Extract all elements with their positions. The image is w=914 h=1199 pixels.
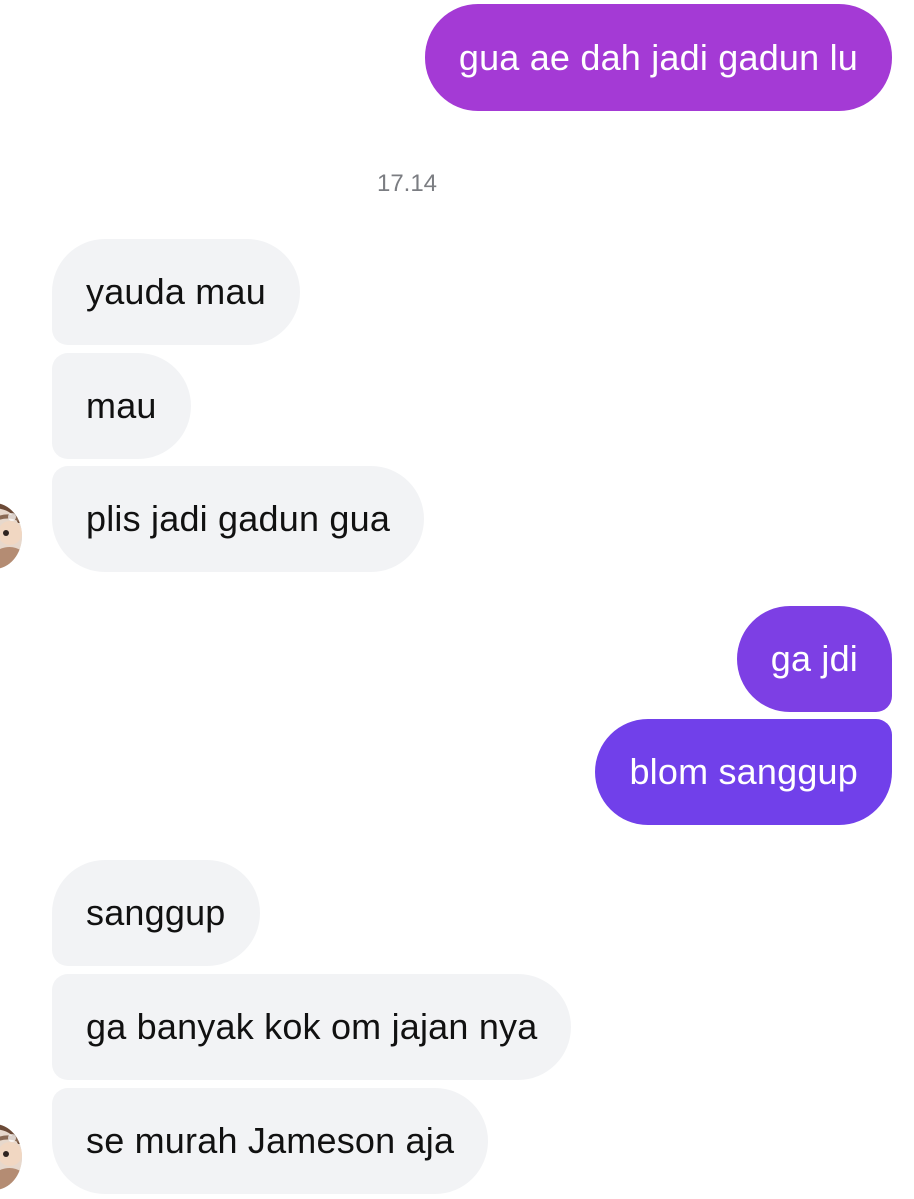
message-text: ga jdi (770, 638, 858, 679)
message-text: yauda mau (86, 271, 266, 312)
incoming-message[interactable]: plis jadi gadun gua (52, 466, 425, 572)
incoming-message[interactable]: mau (52, 353, 191, 459)
message-text: sanggup (86, 892, 226, 933)
contact-avatar-icon[interactable] (0, 503, 22, 569)
outgoing-message[interactable]: gua ae dah jadi gadun lu (424, 4, 892, 111)
message-thread: gua ae dah jadi gadun lu 17.14 yauda mau… (0, 0, 914, 1199)
outgoing-message[interactable]: blom sanggup (595, 719, 892, 825)
outgoing-message[interactable]: ga jdi (736, 606, 892, 712)
contact-avatar-icon[interactable] (0, 1124, 22, 1190)
message-text: se murah Jameson aja (86, 1120, 455, 1161)
message-text: mau (86, 385, 157, 426)
incoming-message[interactable]: sanggup (52, 860, 260, 966)
message-text: gua ae dah jadi gadun lu (458, 36, 858, 78)
message-text: blom sanggup (629, 751, 858, 792)
message-text: ga banyak kok om jajan nya (86, 1006, 538, 1047)
incoming-message[interactable]: se murah Jameson aja (52, 1088, 489, 1194)
incoming-message[interactable]: ga banyak kok om jajan nya (52, 974, 572, 1080)
message-timestamp: 17.14 (376, 170, 438, 197)
incoming-message[interactable]: yauda mau (52, 239, 300, 345)
message-text: plis jadi gadun gua (86, 498, 391, 539)
